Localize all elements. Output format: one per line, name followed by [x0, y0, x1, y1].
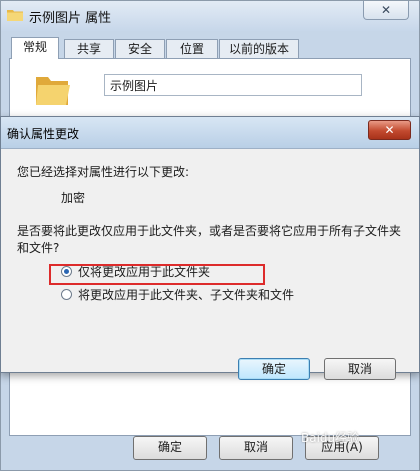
- ok-button[interactable]: 确定: [238, 358, 310, 380]
- highlight-annotation-box: [49, 264, 265, 285]
- properties-close-button[interactable]: ✕: [363, 1, 409, 20]
- question-text: 是否要将此更改仅应用于此文件夹，或者是否要将它应用于所有子文件夹和文件?: [17, 224, 402, 255]
- watermark: Baidu经验: [301, 431, 360, 445]
- properties-ok-button[interactable]: 确定: [133, 436, 207, 460]
- tab-previous-versions[interactable]: 以前的版本: [219, 39, 299, 58]
- folder-icon: [36, 77, 70, 105]
- folder-icon: [7, 10, 23, 21]
- dialog-titlebar[interactable]: 确认属性更改 ✕: [1, 117, 419, 149]
- tab-location[interactable]: 位置: [166, 39, 218, 58]
- confirm-attribute-dialog: 确认属性更改 ✕ 您已经选择对属性进行以下更改: 加密 是否要将此更改仅应用于此…: [0, 116, 420, 380]
- properties-titlebar[interactable]: 示例图片 属性 ✕: [1, 1, 419, 31]
- tab-sharing[interactable]: 共享: [64, 39, 114, 58]
- intro-text: 您已经选择对属性进行以下更改:: [17, 165, 190, 179]
- radio-button[interactable]: [61, 289, 72, 300]
- properties-cancel-button[interactable]: 取消: [219, 436, 293, 460]
- attribute-change-text: 加密: [61, 191, 86, 205]
- dialog-title: 确认属性更改: [7, 127, 80, 141]
- option-label: 将更改应用于此文件夹、子文件夹和文件: [78, 288, 295, 302]
- properties-title: 示例图片 属性: [29, 11, 112, 26]
- tab-general[interactable]: 常规: [11, 37, 59, 59]
- cancel-button[interactable]: 取消: [324, 358, 396, 380]
- folder-name-input[interactable]: 示例图片: [104, 74, 362, 96]
- dialog-close-button[interactable]: ✕: [368, 120, 411, 140]
- dialog-body: 您已经选择对属性进行以下更改: 加密 是否要将此更改仅应用于此文件夹，或者是否要…: [1, 149, 419, 380]
- tab-security[interactable]: 安全: [115, 39, 165, 58]
